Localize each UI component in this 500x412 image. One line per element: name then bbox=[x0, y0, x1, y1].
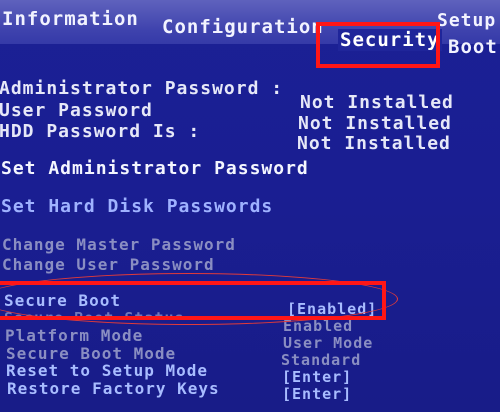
secure-boot-highlight-box bbox=[0, 281, 386, 320]
secure-boot-mode-value: Standard bbox=[281, 351, 362, 369]
bios-security-screen: Information Configuration Security Boot … bbox=[0, 0, 500, 412]
set-administrator-password-item[interactable]: Set Administrator Password bbox=[1, 158, 309, 179]
platform-mode-value: User Mode bbox=[283, 334, 374, 352]
restore-factory-keys-item[interactable]: Restore Factory Keys bbox=[7, 379, 220, 398]
tab-information[interactable]: Information bbox=[2, 8, 139, 30]
change-user-password-item: Change User Password bbox=[2, 255, 215, 274]
restore-factory-keys-value[interactable]: [Enter] bbox=[282, 385, 352, 403]
reset-to-setup-mode-value[interactable]: [Enter] bbox=[282, 368, 352, 386]
platform-mode-label: Platform Mode bbox=[5, 326, 144, 345]
admin-password-value: Not Installed bbox=[300, 92, 454, 113]
user-password-value: Not Installed bbox=[298, 113, 452, 134]
hdd-password-label: HDD Password Is : bbox=[0, 121, 201, 142]
reset-to-setup-mode-item[interactable]: Reset to Setup Mode bbox=[6, 361, 208, 380]
change-master-password-item: Change Master Password bbox=[2, 235, 236, 254]
set-hard-disk-passwords-item[interactable]: Set Hard Disk Passwords bbox=[1, 196, 273, 217]
user-password-label: User Password bbox=[0, 100, 153, 121]
hdd-password-value: Not Installed bbox=[297, 133, 451, 154]
tab-boot[interactable]: Boot bbox=[448, 36, 498, 58]
admin-password-label: Administrator Password : bbox=[0, 78, 284, 99]
tab-setup[interactable]: Setup bbox=[437, 10, 496, 31]
tab-configuration[interactable]: Configuration bbox=[162, 16, 324, 38]
security-tab-highlight-box bbox=[316, 22, 440, 68]
